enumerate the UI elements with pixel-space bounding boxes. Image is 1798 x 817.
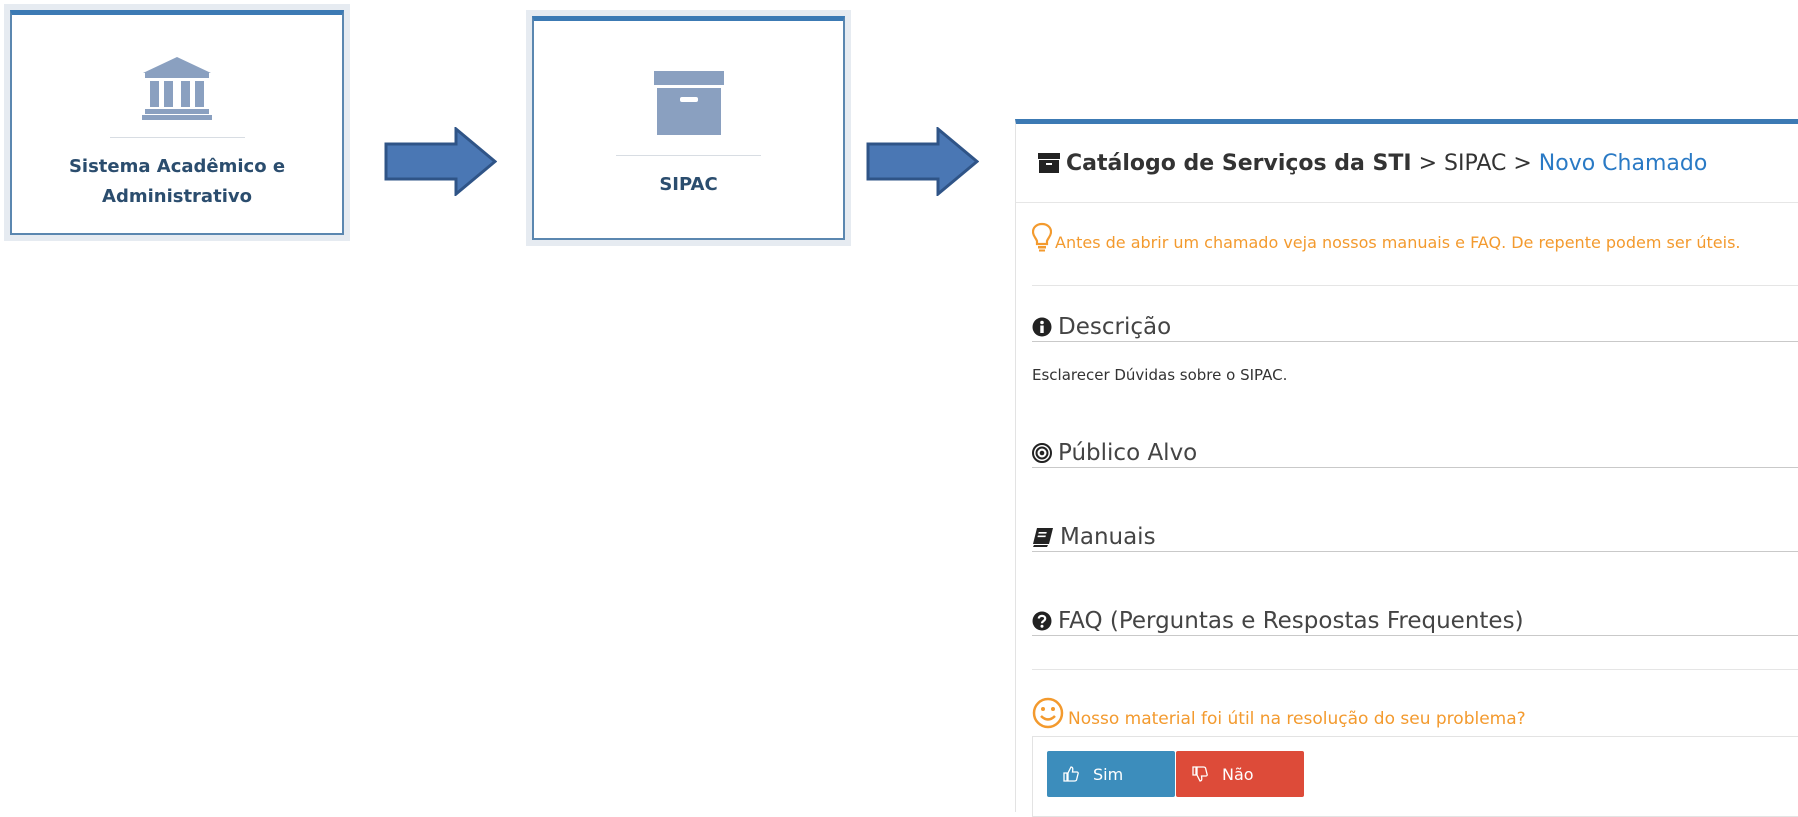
bullseye-icon [1032,443,1052,463]
section-faq: FAQ (Perguntas e Respostas Frequentes) [1032,608,1798,636]
arrow-right-icon [384,127,497,196]
card-sistema-academico[interactable]: Sistema Acadêmico e Administrativo [10,10,344,235]
breadcrumb-separator: > [1513,150,1532,176]
question-circle-icon [1032,611,1052,631]
card-sipac[interactable]: SIPAC [532,16,845,240]
section-publico-alvo: Público Alvo [1032,440,1798,468]
section-title-faq: FAQ (Perguntas e Respostas Frequentes) [1058,608,1524,634]
service-catalog-panel: Catálogo de Serviços da STI > SIPAC > No… [1015,119,1798,817]
section-title-manuais: Manuais [1060,524,1156,550]
smile-icon [1032,697,1064,729]
divider [1032,669,1798,670]
section-title-descricao: Descrição [1058,314,1172,340]
tip-message: Antes de abrir um chamado veja nossos ma… [1032,222,1740,252]
breadcrumb-root[interactable]: Catálogo de Serviços da STI [1066,151,1412,176]
thumbs-up-icon [1063,766,1079,782]
feedback-box: Sim Não [1032,736,1798,817]
archive-icon [1038,153,1060,173]
bank-icon [142,57,212,120]
tip-text: Antes de abrir um chamado veja nossos ma… [1055,233,1741,252]
arrow-right-icon [866,127,979,196]
breadcrumb-separator: > [1418,150,1437,176]
feedback-question-text: Nosso material foi útil na resolução do … [1068,709,1526,729]
archive-box-icon [653,71,724,135]
section-manuais: Manuais [1032,524,1798,552]
section-title-publico: Público Alvo [1058,440,1198,466]
no-button-label: Não [1222,764,1254,784]
breadcrumb: Catálogo de Serviços da STI > SIPAC > No… [1016,124,1798,203]
breadcrumb-sipac[interactable]: SIPAC [1444,151,1506,176]
no-button[interactable]: Não [1176,751,1304,797]
info-circle-icon [1032,317,1052,337]
description-text: Esclarecer Dúvidas sobre o SIPAC. [1032,366,1288,384]
card-divider [616,155,761,156]
feedback-question: Nosso material foi útil na resolução do … [1032,697,1526,729]
thumbs-down-icon [1192,766,1208,782]
lightbulb-icon [1032,222,1052,252]
card-divider [109,137,245,138]
card-label-line1: Sistema Acadêmico e [68,156,286,177]
yes-button-label: Sim [1093,764,1124,784]
card-label-line2: Administrativo [102,186,252,207]
section-descricao: Descrição [1032,314,1798,342]
yes-button[interactable]: Sim [1047,751,1175,797]
divider [1032,285,1798,286]
book-icon [1033,528,1053,547]
card-label: SIPAC [659,174,718,195]
card-label: Sistema Acadêmico e Administrativo [69,152,285,212]
breadcrumb-current: Novo Chamado [1538,150,1708,176]
